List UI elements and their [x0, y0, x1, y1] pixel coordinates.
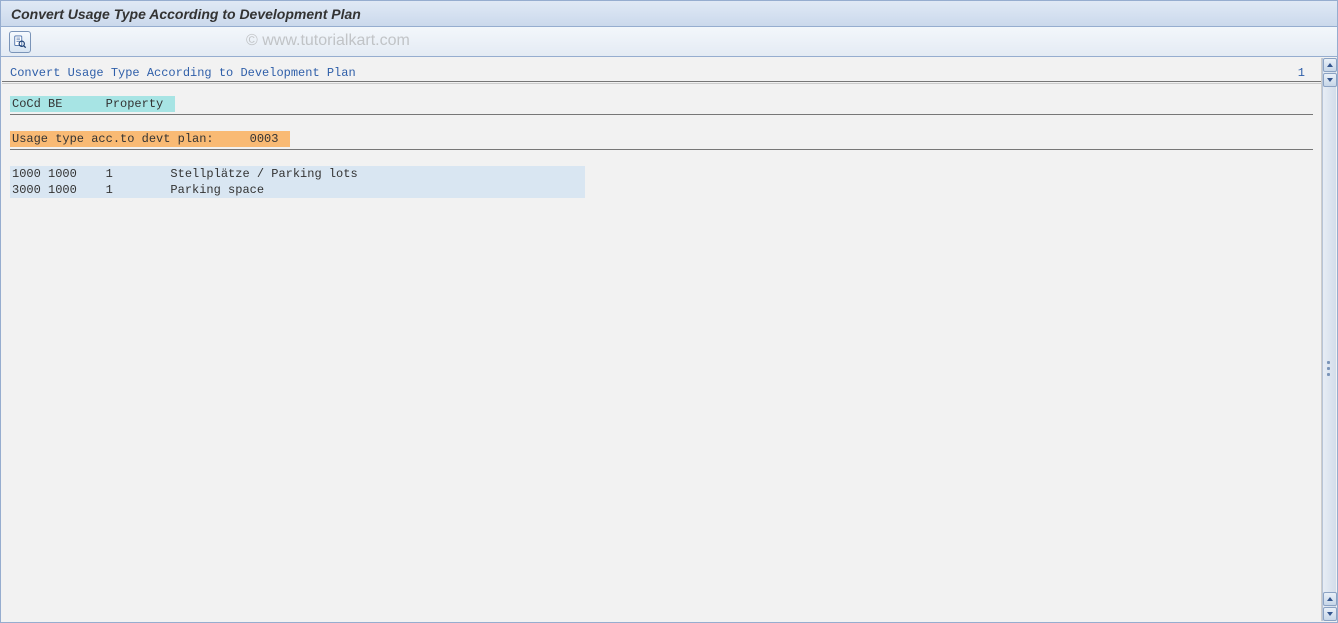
section-title: Convert Usage Type According to Developm… [10, 66, 356, 80]
page-number: 1 [1298, 66, 1313, 80]
watermark-text: © www.tutorialkart.com [246, 32, 410, 50]
table-row: 3000 1000 1 Parking space [10, 182, 585, 198]
document-magnify-icon [13, 35, 27, 49]
scroll-up-icon[interactable] [1323, 58, 1337, 72]
section-header: Convert Usage Type According to Developm… [2, 58, 1321, 82]
details-button[interactable] [9, 31, 31, 53]
usage-type-banner: Usage type acc.to devt plan: 0003 [10, 131, 290, 147]
window-title: Convert Usage Type According to Developm… [11, 6, 361, 22]
scroll-bottom-icon[interactable] [1323, 607, 1337, 621]
toolbar: © www.tutorialkart.com [1, 27, 1337, 57]
table-row: 1000 1000 1 Stellplätze / Parking lots [10, 166, 585, 182]
column-headers: CoCd BE Property [10, 96, 175, 112]
report-area: Convert Usage Type According to Developm… [2, 58, 1322, 621]
scrollbar-grip-icon[interactable] [1321, 348, 1335, 388]
vertical-scrollbar[interactable] [1322, 58, 1336, 621]
scroll-down-icon[interactable] [1323, 73, 1337, 87]
scroll-up2-icon[interactable] [1323, 592, 1337, 606]
title-bar: Convert Usage Type According to Developm… [1, 1, 1337, 27]
data-rows: 1000 1000 1 Stellplätze / Parking lots 3… [10, 166, 1313, 198]
